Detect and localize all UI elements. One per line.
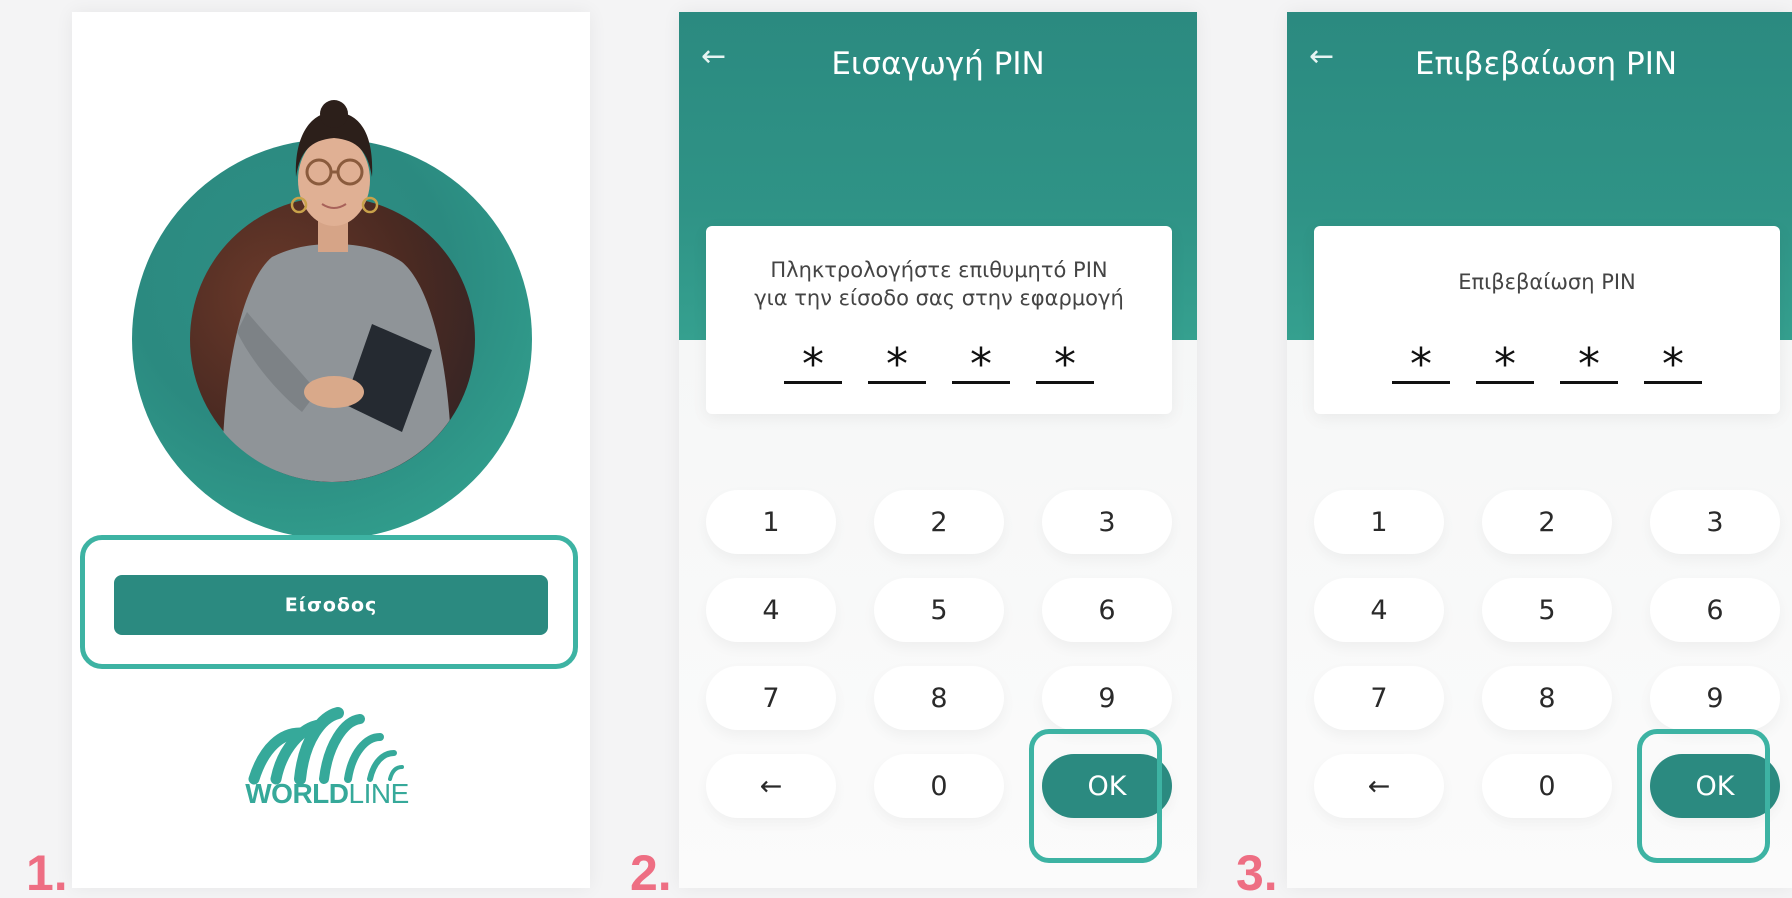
pin-prompt: Πληκτρολογήστε επιθυμητό PIN για την είσ…	[706, 256, 1172, 312]
pin-confirm-screen: ← Επιβεβαίωση PIN Επιβεβαίωση PIN * * * …	[1287, 12, 1792, 888]
pin-prompt-line-1: Πληκτρολογήστε επιθυμητό PIN	[770, 258, 1108, 282]
user-photo	[222, 100, 452, 482]
page-title: Εισαγωγή PIN	[831, 46, 1045, 82]
key-8[interactable]: 8	[874, 666, 1004, 730]
worldline-wordmark: WORLDLINE	[245, 778, 409, 809]
backspace-key[interactable]: ←	[1314, 754, 1444, 818]
key-9[interactable]: 9	[1650, 666, 1780, 730]
pin-prompt-line-2: για την είσοδο σας στην εφαρμογή	[754, 286, 1124, 310]
key-7[interactable]: 7	[1314, 666, 1444, 730]
page-title: Επιβεβαίωση PIN	[1414, 46, 1678, 82]
key-5[interactable]: 5	[874, 578, 1004, 642]
pin-prompt: Επιβεβαίωση PIN	[1314, 268, 1780, 296]
backspace-key[interactable]: ←	[706, 754, 836, 818]
key-0[interactable]: 0	[874, 754, 1004, 818]
ok-highlight-frame	[1029, 729, 1162, 863]
key-3[interactable]: 3	[1650, 490, 1780, 554]
pin-digit: *	[1392, 334, 1450, 390]
pin-digit: *	[1476, 334, 1534, 390]
key-5[interactable]: 5	[1482, 578, 1612, 642]
pin-digit: *	[1036, 334, 1094, 390]
pin-input[interactable]: * * * *	[1314, 334, 1780, 390]
key-6[interactable]: 6	[1042, 578, 1172, 642]
key-6[interactable]: 6	[1650, 578, 1780, 642]
pin-digit: *	[1644, 334, 1702, 390]
step-number-1: 1.	[26, 845, 68, 898]
pin-card: Πληκτρολογήστε επιθυμητό PIN για την είσ…	[706, 226, 1172, 414]
key-7[interactable]: 7	[706, 666, 836, 730]
key-4[interactable]: 4	[1314, 578, 1444, 642]
keypad: 1 2 3 4 5 6 7 8 9 ← 0 OK	[706, 490, 1172, 863]
step-number-3: 3.	[1236, 845, 1278, 898]
login-screen: Είσοδος WORLDLINE	[72, 12, 590, 888]
pin-prompt-line-1: Επιβεβαίωση PIN	[1458, 270, 1636, 294]
keypad: 1 2 3 4 5 6 7 8 9 ← 0 OK	[1314, 490, 1780, 863]
ok-highlight-frame	[1637, 729, 1770, 863]
pin-card: Επιβεβαίωση PIN * * * *	[1314, 226, 1780, 414]
key-3[interactable]: 3	[1042, 490, 1172, 554]
key-4[interactable]: 4	[706, 578, 836, 642]
pin-entry-screen: ← Εισαγωγή PIN Πληκτρολογήστε επιθυμητό …	[679, 12, 1197, 888]
pin-digit: *	[784, 334, 842, 390]
step-number-2: 2.	[630, 845, 672, 898]
pin-digit: *	[1560, 334, 1618, 390]
pin-input[interactable]: * * * *	[706, 334, 1172, 390]
key-8[interactable]: 8	[1482, 666, 1612, 730]
key-1[interactable]: 1	[706, 490, 836, 554]
pin-digit: *	[868, 334, 926, 390]
key-1[interactable]: 1	[1314, 490, 1444, 554]
key-2[interactable]: 2	[874, 490, 1004, 554]
key-9[interactable]: 9	[1042, 666, 1172, 730]
pin-digit: *	[952, 334, 1010, 390]
key-0[interactable]: 0	[1482, 754, 1612, 818]
key-2[interactable]: 2	[1482, 490, 1612, 554]
login-button[interactable]: Είσοδος	[114, 575, 548, 635]
